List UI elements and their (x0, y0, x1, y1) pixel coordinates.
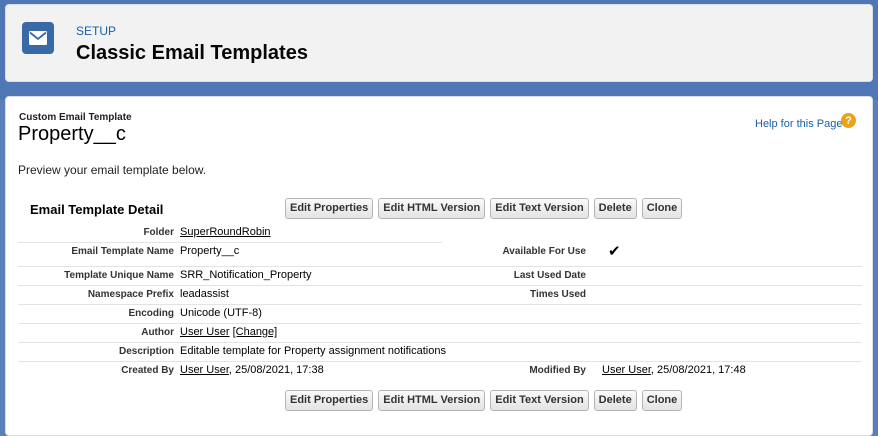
field-row-template-name: Email Template Name Property__c Availabl… (18, 243, 862, 267)
field-label: Namespace Prefix (87, 289, 174, 300)
field-value: SRR_Notification_Property (180, 269, 312, 281)
field-label: Available For Use (502, 246, 586, 257)
available-checkmark-icon: ✔ (608, 243, 621, 260)
field-label: Author (141, 327, 174, 338)
edit-text-version-button[interactable]: Edit Text Version (490, 390, 589, 411)
change-author-link[interactable]: [Change] (233, 326, 278, 338)
field-row-namespace: Namespace Prefix leadassist Times Used (18, 286, 862, 305)
author-link[interactable]: User User (180, 326, 230, 338)
preview-text: Preview your email template below. (18, 163, 207, 177)
top-button-bar: Edit Properties Edit HTML Version Edit T… (285, 198, 683, 219)
field-label: Email Template Name (71, 246, 174, 257)
field-row-description: Description Editable template for Proper… (18, 343, 862, 362)
breadcrumb: Custom Email Template (19, 112, 132, 123)
modified-by-user-link[interactable]: User User (602, 364, 651, 376)
page-title: Property__c (18, 123, 126, 145)
folder-link[interactable]: SuperRoundRobin (180, 226, 271, 238)
field-row-folder: Folder SuperRoundRobin (18, 224, 862, 243)
clone-button[interactable]: Clone (641, 390, 683, 411)
field-label: Folder (143, 227, 174, 238)
field-value: User User [Change] (180, 326, 277, 338)
clone-button[interactable]: Clone (641, 198, 683, 219)
delete-button[interactable]: Delete (593, 390, 637, 411)
detail-section-title: Email Template Detail (30, 202, 164, 217)
field-value: User User, 25/08/2021, 17:38 (180, 364, 324, 376)
field-row-created-modified: Created By User User, 25/08/2021, 17:38 … (18, 362, 862, 381)
setup-label: SETUP (76, 24, 117, 38)
field-row-author: Author User User [Change] (18, 324, 862, 343)
field-label: Description (118, 346, 174, 357)
field-value: Property__c (180, 245, 240, 257)
template-detail-panel: Custom Email Template Property__c Help f… (5, 96, 873, 436)
field-label: Last Used Date (513, 270, 586, 281)
edit-text-version-button[interactable]: Edit Text Version (490, 198, 589, 219)
field-label: Times Used (530, 289, 586, 300)
edit-html-version-button[interactable]: Edit HTML Version (378, 390, 486, 411)
help-link[interactable]: Help for this Page (755, 118, 842, 130)
modified-by-date: , 25/08/2021, 17:48 (650, 364, 746, 376)
email-icon (22, 22, 54, 54)
page-header-title: Classic Email Templates (76, 42, 308, 64)
field-value: User User, 25/08/2021, 17:48 (602, 364, 746, 376)
created-by-date: , 25/08/2021, 17:38 (228, 364, 324, 376)
field-row-unique-name: Template Unique Name SRR_Notification_Pr… (18, 267, 862, 286)
edit-properties-button[interactable]: Edit Properties (285, 390, 374, 411)
bottom-button-bar: Edit Properties Edit HTML Version Edit T… (285, 390, 683, 411)
created-by-user-link[interactable]: User User (180, 364, 229, 376)
field-value: Unicode (UTF-8) (180, 307, 262, 319)
field-label: Encoding (128, 308, 174, 319)
delete-button[interactable]: Delete (593, 198, 637, 219)
field-row-encoding: Encoding Unicode (UTF-8) (18, 305, 862, 324)
edit-properties-button[interactable]: Edit Properties (285, 198, 374, 219)
edit-html-version-button[interactable]: Edit HTML Version (378, 198, 486, 219)
field-value: leadassist (180, 288, 229, 300)
page-header: SETUP Classic Email Templates (5, 4, 873, 82)
help-icon[interactable]: ? (841, 113, 856, 128)
field-label: Template Unique Name (64, 270, 174, 281)
field-label: Created By (121, 365, 174, 376)
field-value: Editable template for Property assignmen… (180, 345, 446, 357)
field-label: Modified By (529, 365, 586, 376)
